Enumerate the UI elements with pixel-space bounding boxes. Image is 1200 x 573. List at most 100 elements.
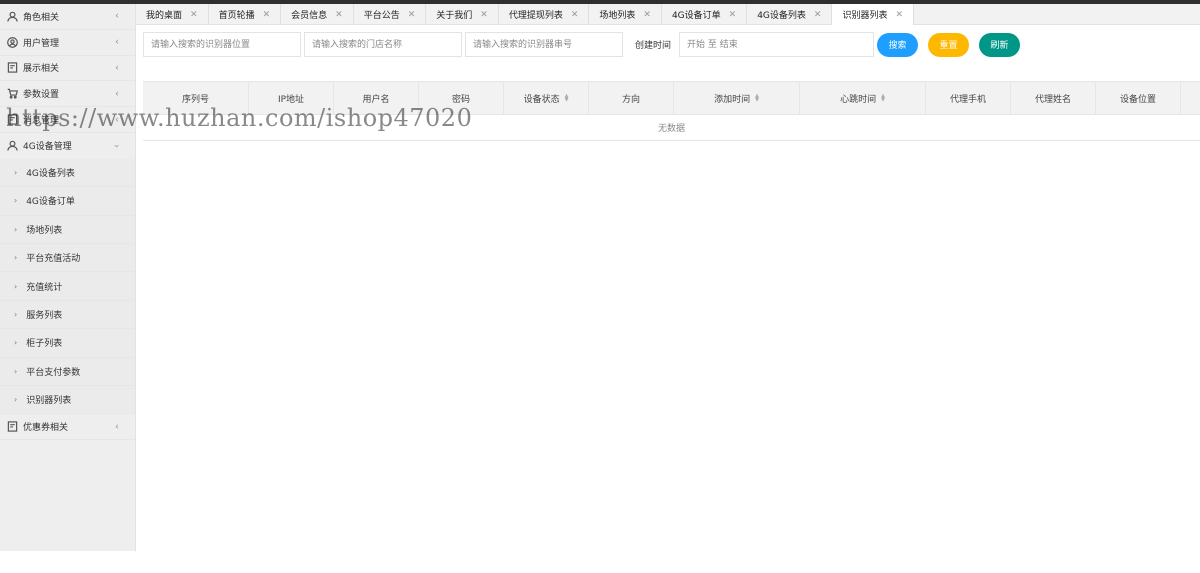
- tab-label: 关于我们: [436, 11, 473, 21]
- sidebar-subitem-label: 柜子列表: [26, 339, 63, 350]
- chevron-left-icon: ‹: [115, 88, 119, 100]
- sidebar-subitem[interactable]: › 服务列表: [0, 300, 135, 330]
- close-icon[interactable]: ✕: [643, 10, 651, 20]
- sidebar-subitem-active[interactable]: › 识别器列表: [0, 385, 135, 415]
- serial-search-input[interactable]: [465, 32, 623, 57]
- tab-label: 4G设备列表: [757, 11, 806, 21]
- sidebar-subitem[interactable]: › 平台充值活动: [0, 243, 135, 273]
- tab-members[interactable]: 会员信息 ✕: [281, 4, 354, 25]
- column-label: 用户名: [362, 94, 390, 105]
- sidebar-item-display[interactable]: 展示相关 ‹: [0, 56, 135, 82]
- tab-label: 平台公告: [363, 11, 400, 21]
- close-icon[interactable]: ✕: [480, 10, 488, 20]
- sidebar-subitem[interactable]: › 充值统计: [0, 272, 135, 301]
- close-icon[interactable]: ✕: [263, 10, 271, 20]
- column-header-sortable[interactable]: 设备状态 ▲ ▼: [504, 82, 589, 114]
- sidebar-subitem-label: 平台充值活动: [26, 254, 81, 265]
- sort-icon[interactable]: ▲ ▼: [565, 94, 569, 103]
- sidebar-subitem-label: 4G设备列表: [26, 168, 75, 179]
- sidebar-item-coupons[interactable]: 优惠券相关 ‹: [0, 414, 135, 441]
- chevron-right-icon: ›: [14, 309, 18, 319]
- tab-announcement[interactable]: 平台公告 ✕: [354, 4, 427, 25]
- sidebar-subitem-label: 服务列表: [26, 310, 63, 321]
- cart-icon: [6, 88, 18, 100]
- column-label: 代理姓名: [1034, 94, 1071, 105]
- sidebar-item-users[interactable]: 用户管理 ‹: [0, 30, 135, 56]
- chevron-left-icon: ‹: [115, 36, 119, 48]
- column-header: IP地址: [249, 82, 334, 114]
- column-header-sortable[interactable]: 心跳时间 ▲ ▼: [800, 82, 926, 114]
- sidebar-subitem-label: 识别器列表: [26, 396, 72, 407]
- tab-label: 我的桌面: [146, 11, 183, 21]
- tab-venues[interactable]: 场地列表 ✕: [589, 4, 662, 25]
- column-header: 设备位置: [1096, 82, 1181, 114]
- tab-label: 4G设备订单: [671, 11, 721, 21]
- sort-icon[interactable]: ▲ ▼: [881, 94, 885, 103]
- tab-label: 首页轮播: [218, 11, 255, 21]
- close-icon[interactable]: ✕: [895, 10, 903, 20]
- sidebar-item-label: 优惠券相关: [23, 423, 69, 434]
- column-header-spacer: [1181, 82, 1200, 114]
- column-label: IP地址: [277, 94, 305, 105]
- column-header-sortable[interactable]: 添加时间 ▲ ▼: [674, 82, 800, 114]
- chevron-right-icon: ›: [14, 253, 18, 263]
- date-range-input[interactable]: [679, 32, 875, 57]
- tab-4g-devices[interactable]: 4G设备列表 ✕: [747, 4, 833, 25]
- close-icon[interactable]: ✕: [814, 10, 822, 20]
- empty-state: 无数据: [143, 115, 1200, 141]
- close-icon[interactable]: ✕: [190, 10, 198, 20]
- column-label: 添加时间: [714, 94, 751, 105]
- sidebar-item-label: 用户管理: [23, 38, 60, 49]
- refresh-button[interactable]: 刷新: [979, 32, 1021, 57]
- tab-carousel[interactable]: 首页轮播 ✕: [209, 4, 282, 25]
- sidebar-subitem[interactable]: › 场地列表: [0, 215, 135, 244]
- tab-recognizers[interactable]: 识别器列表 ✕: [832, 4, 914, 25]
- chevron-left-icon: ‹: [115, 10, 119, 22]
- chevron-right-icon: ›: [14, 366, 18, 376]
- document-icon: [6, 421, 18, 433]
- location-search-input[interactable]: [143, 32, 301, 57]
- column-label: 方向: [621, 94, 640, 105]
- document-icon: [6, 114, 18, 126]
- close-icon[interactable]: ✕: [335, 10, 343, 20]
- document-icon: [6, 62, 18, 74]
- close-icon[interactable]: ✕: [729, 10, 737, 20]
- sort-icon[interactable]: ▲ ▼: [755, 94, 759, 103]
- reset-button[interactable]: 重置: [928, 32, 970, 57]
- tab-label: 识别器列表: [842, 11, 888, 21]
- recognizer-table: 序列号 IP地址 用户名 密码 设备状态 ▲ ▼ 方向 添加时间 ▲ ▼ 心跳时间 ▲ ▼ …: [143, 81, 1200, 141]
- search-button[interactable]: 搜索: [877, 32, 919, 57]
- sidebar-item-label: 参数设置: [23, 90, 60, 101]
- tab-withdrawals[interactable]: 代理提现列表 ✕: [499, 4, 590, 25]
- column-header: 代理手机: [926, 82, 1011, 114]
- sidebar-item-messages[interactable]: 消息管理 ‹: [0, 107, 135, 133]
- sidebar-item-label: 展示相关: [23, 64, 60, 75]
- tab-about[interactable]: 关于我们 ✕: [426, 4, 499, 25]
- created-time-label: 创建时间: [635, 41, 672, 51]
- sidebar-subitem[interactable]: › 平台支付参数: [0, 357, 135, 386]
- column-label: 代理手机: [949, 94, 986, 105]
- sidebar-item-4g-devices[interactable]: 4G设备管理 ‹: [0, 133, 135, 159]
- close-icon[interactable]: ✕: [408, 10, 416, 20]
- sidebar-subitem-label: 场地列表: [26, 225, 63, 236]
- tab-desktop[interactable]: 我的桌面 ✕: [136, 4, 209, 25]
- column-header: 序列号: [143, 82, 249, 114]
- chevron-left-icon: ‹: [115, 114, 119, 126]
- store-search-input[interactable]: [304, 32, 462, 57]
- table-header: 序列号 IP地址 用户名 密码 设备状态 ▲ ▼ 方向 添加时间 ▲ ▼ 心跳时间 ▲ ▼ …: [143, 82, 1200, 115]
- sidebar-subitem[interactable]: › 4G设备列表: [0, 158, 135, 188]
- user-icon: [6, 140, 18, 152]
- sidebar-item-params[interactable]: 参数设置 ‹: [0, 81, 135, 108]
- sidebar-subitem[interactable]: › 柜子列表: [0, 329, 135, 358]
- column-header: 代理姓名: [1011, 82, 1096, 114]
- chevron-right-icon: ›: [14, 395, 18, 405]
- sidebar-item-role[interactable]: 角色相关 ‹: [0, 4, 135, 30]
- chevron-left-icon: ‹: [115, 62, 119, 74]
- tab-4g-orders[interactable]: 4G设备订单 ✕: [662, 4, 748, 25]
- close-icon[interactable]: ✕: [571, 10, 579, 20]
- chevron-right-icon: ›: [14, 281, 18, 291]
- sidebar-subitem[interactable]: › 4G设备订单: [0, 187, 135, 216]
- tab-label: 会员信息: [291, 11, 328, 21]
- user-icon: [6, 10, 18, 22]
- column-label: 设备状态: [523, 94, 560, 105]
